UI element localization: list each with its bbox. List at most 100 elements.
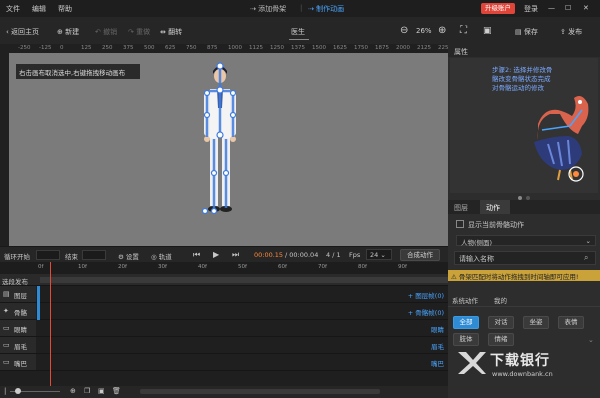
timeline-ruler[interactable]: 0f 10f 20f 30f 40f 50f 60f 70f 80f 90f [0,262,448,274]
menu-edit[interactable]: 编辑 [32,4,46,14]
show-current-checkbox[interactable] [456,220,464,228]
add-icon[interactable]: ⊕ [70,387,76,395]
layers-icon: ▤ [3,290,10,298]
ruler-tick-label: 1125 [249,45,263,51]
fps-select[interactable]: 24 ⌄ [366,249,392,260]
publish-button[interactable]: ⇪ 发布 [560,27,582,37]
ruler-tick-label: 1250 [270,45,284,51]
chevron-down-icon: ⌄ [585,237,591,245]
bone-icon: ✦ [3,307,9,315]
current-time: 00:00.15 [254,251,284,259]
divider [448,306,600,307]
mouth-link[interactable]: 嘴巴 [431,358,444,368]
ruler-tick-label: -125 [39,45,52,51]
menu-help[interactable]: 帮助 [58,4,72,14]
tab-add-skeleton[interactable]: ⇢ 添加骨架 [250,4,286,14]
minimize-icon[interactable]: — [548,4,555,12]
paste-icon[interactable]: ▣ [98,387,105,395]
redo-button[interactable]: ↷ 重做 [128,27,150,37]
zoom-in-icon[interactable]: ⊕ [438,25,446,36]
compose-action-button[interactable]: 合成动作 [400,249,440,261]
timeline-scrollbar[interactable] [140,389,380,394]
ruler-tick-label: 250 [102,45,113,51]
timeline-row: 图层 ▤ + 图层帧(0) [0,286,448,303]
step-text: 步骤2: 选择并修改骨骼改变骨骼状态完成对骨骼运动的修改 [492,66,553,92]
search-input[interactable]: 请输入名称 [454,251,596,265]
save-button[interactable]: ▤ 保存 [515,27,538,37]
zoom-slider-icon[interactable]: | [4,387,6,395]
play-icon[interactable]: ▶ [213,250,219,259]
next-frame-icon[interactable]: ⏭ [232,250,239,260]
action-type-select[interactable]: 人物(侧面) ⌄ [456,235,596,247]
canvas[interactable] [9,53,448,246]
tab-make-animation[interactable]: ⇢ 制作动画 [308,4,344,14]
ruler-tick-label: 1000 [228,45,242,51]
new-button[interactable]: ⊕ 新建 [57,27,79,37]
timeline-row: 骨骼 ✦ + 骨骼帧(0) [0,303,448,320]
playhead[interactable] [50,262,51,386]
maximize-icon[interactable]: ☐ [565,4,571,12]
image-icon: ▭ [3,358,10,366]
zoom-level: 26% [416,27,432,35]
warning-banner: ⚠ 骨架匹配时将动作拖拽到时间轴即可应用! [448,270,600,281]
undo-button[interactable]: ↶ 撤销 [95,27,117,37]
timeline-tick-label: 90f [398,264,407,270]
category-body[interactable]: 肢体 [453,333,479,346]
close-icon[interactable]: ✕ [583,4,589,12]
timeline-footer: | ⊕ ❐ ▣ 🗑 [0,386,448,398]
timeline-tick-label: 50f [238,264,247,270]
category-emotion[interactable]: 情绪 [488,333,514,346]
doc-name-underline [289,39,309,40]
help-preview: 步骤2: 选择并修改骨骼改变骨骼状态完成对骨骼运动的修改 帮助 [450,58,598,210]
zoom-out-icon[interactable]: ⊖ [400,25,408,36]
timeline-tick-label: 60f [278,264,287,270]
flip-button[interactable]: ⇹ 翻转 [160,27,182,37]
upgrade-button[interactable]: 升级账户 [481,3,515,14]
menu-file[interactable]: 文件 [6,4,20,14]
ruler-tick-label: 2000 [396,45,410,51]
timeline-tick-label: 80f [358,264,367,270]
eyes-link[interactable]: 眼睛 [431,324,444,334]
actual-size-icon[interactable]: ▣ [483,26,492,36]
tab-system-actions[interactable]: 系统动作 [452,295,478,305]
tab-actions[interactable]: 动作 [480,200,510,214]
delete-icon[interactable]: 🗑 [112,387,121,395]
fit-screen-icon[interactable]: ⛶ [460,25,467,36]
prev-frame-icon[interactable]: ⏮ [193,250,200,260]
category-sitting[interactable]: 坐姿 [523,316,549,329]
login-link[interactable]: 登录 [524,4,538,14]
timeline-zoom-handle[interactable] [15,388,21,394]
ruler-tick-label: 1625 [333,45,347,51]
fps-label: Fps [349,251,361,259]
ruler-tick-label: 875 [207,45,218,51]
back-home-button[interactable]: ‹ 返回主页 [6,27,39,37]
loop-end-input[interactable] [82,250,106,260]
timeline-row: 眉毛 ▭ 眉毛 [0,337,448,354]
tab-my-actions[interactable]: 我的 [494,295,507,305]
copy-icon[interactable]: ❐ [84,387,90,395]
more-chevron-icon[interactable]: ⌄ [588,336,594,344]
search-icon[interactable]: ⌕ [584,253,588,263]
category-dialog[interactable]: 对话 [488,316,514,329]
document-name: 医生 [291,28,305,36]
category-expression[interactable]: 表情 [558,316,584,329]
watermark-url: www.downbank.cn [492,370,553,378]
add-layer-frame[interactable]: + 图层帧(0) [408,290,444,300]
ruler-tick-label: 500 [144,45,155,51]
character-figure[interactable] [9,53,448,246]
right-panel: 属性 步骤2: 选择并修改骨骼改变骨骼状态完成对骨骼运动的修改 帮助 图层 动作… [448,44,600,398]
ruler-tick-label: 750 [186,45,197,51]
canvas-tip: 右击画布取消选中,右键拖拽移动画布 [16,64,140,79]
menu-bar: 文件 编辑 帮助 ⇢ 添加骨架 | ⇢ 制作动画 升级账户 登录 — ☐ ✕ [0,0,600,17]
loop-start-input[interactable] [36,250,60,260]
settings-button[interactable]: ⚙ 设置 [118,251,139,261]
property-title: 属性 [448,44,600,57]
timeline-row: 眼睛 ▭ 眼睛 [0,320,448,337]
timeline-tick-label: 0f [38,264,44,270]
track-button[interactable]: ◎ 轨道 [151,251,172,261]
ruler-tick-label: 1375 [291,45,305,51]
tab-layers[interactable]: 图层 [454,203,468,213]
add-bone-frame[interactable]: + 骨骼帧(0) [408,307,444,317]
category-all[interactable]: 全部 [453,316,479,329]
eyebrows-link[interactable]: 眉毛 [431,341,444,351]
